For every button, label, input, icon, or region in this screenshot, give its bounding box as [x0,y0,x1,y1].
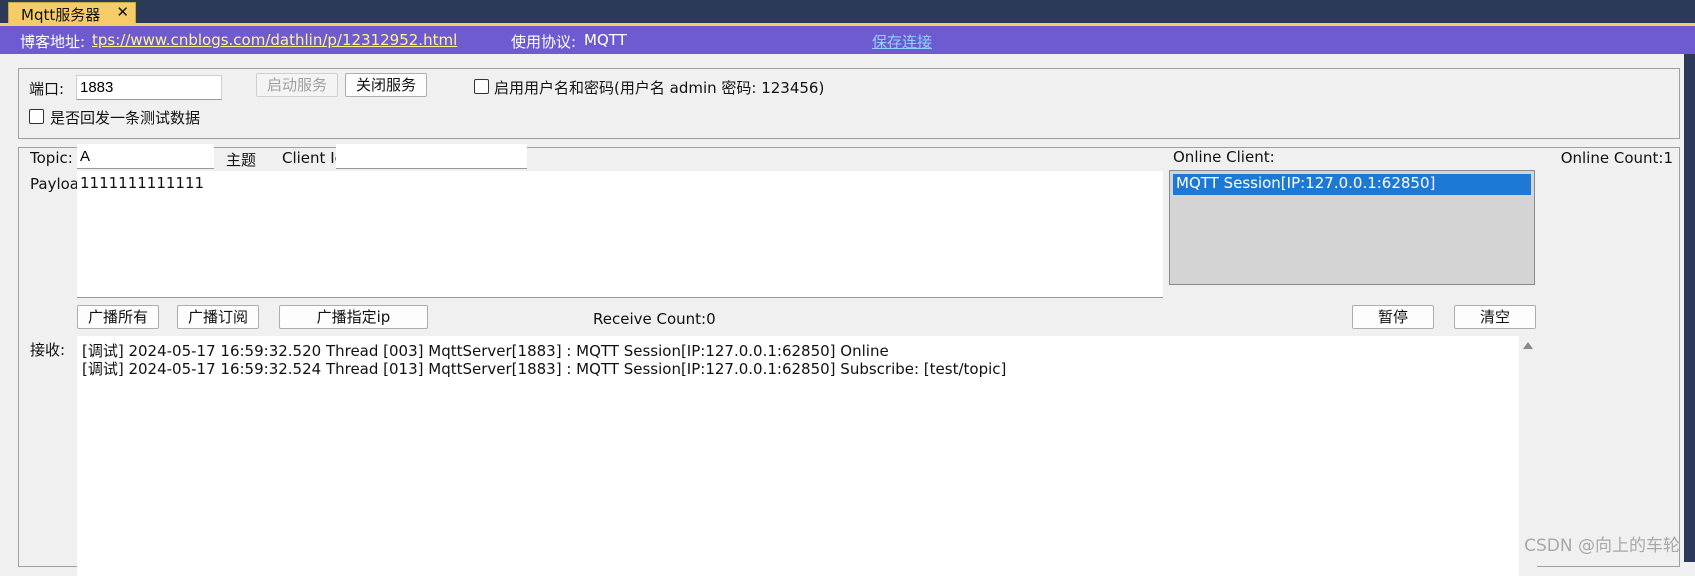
protocol-label: 使用协议: [511,33,577,51]
clear-button[interactable]: 清空 [1454,305,1536,329]
reply-test-data-label: 是否回发一条测试数据 [50,109,201,127]
online-count: Online Count:1 [1560,149,1673,167]
tab-bar [0,0,1695,23]
client-id-label: Client Ic [282,149,343,167]
payload-label: Payload [30,175,77,193]
auth-checkbox-label: 启用用户名和密码(用户名 admin 密码: 123456) [494,79,825,97]
payload-text: 1111111111111 [80,174,205,192]
online-client-title: Online Client: [1173,148,1275,166]
receive-label: 接收: [30,341,66,359]
auth-checkbox[interactable] [474,79,489,94]
tab-title: Mqtt服务器 [21,6,101,24]
client-list-item[interactable]: MQTT Session[IP:127.0.0.1:62850] [1173,174,1531,195]
watermark: CSDN @向上的车轮 [1524,536,1680,556]
save-connection-link[interactable]: 保存连接 [872,31,932,52]
broadcast-subscribe-button[interactable]: 广播订阅 [177,305,259,329]
blog-link[interactable]: tps://www.cnblogs.com/dathlin/p/12312952… [92,31,457,49]
port-input[interactable] [76,75,222,100]
payload-textarea[interactable]: 1111111111111 [77,171,1163,298]
client-id-input[interactable] [336,144,527,169]
server-config-group: 端口: 启动服务 关闭服务 启用用户名和密码(用户名 admin 密码: 123… [18,68,1680,139]
receive-count: Receive Count:0 [593,310,716,328]
start-service-button[interactable]: 启动服务 [256,73,338,97]
close-icon[interactable]: ✕ [116,3,129,21]
blog-label: 博客地址: [20,33,86,51]
publish-group: Topic: 主题 Client Ic Payload 111111111111… [18,144,1680,576]
topic-hint: 主题 [226,151,257,169]
port-label: 端口: [29,80,65,98]
log-line: [调试] 2024-05-17 16:59:32.524 Thread [013… [82,360,1007,378]
info-bar: 博客地址: tps://www.cnblogs.com/dathlin/p/12… [0,26,1695,54]
reply-test-data-checkbox[interactable] [29,109,44,124]
online-client-list[interactable]: MQTT Session[IP:127.0.0.1:62850] [1169,170,1535,285]
topic-label: Topic: [30,149,73,167]
protocol-value: MQTT [584,31,627,49]
broadcast-ip-button[interactable]: 广播指定ip [279,305,428,329]
receive-log-box[interactable]: [调试] 2024-05-17 16:59:32.520 Thread [003… [77,336,1537,576]
broadcast-all-button[interactable]: 广播所有 [77,305,159,329]
tab-mqtt-server[interactable]: Mqtt服务器 ✕ [8,2,136,24]
stop-service-button[interactable]: 关闭服务 [345,73,427,97]
window-edge [1684,54,1695,562]
topic-input[interactable] [77,144,214,169]
pause-button[interactable]: 暂停 [1352,305,1434,329]
scroll-up-arrow-icon[interactable] [1523,342,1533,349]
